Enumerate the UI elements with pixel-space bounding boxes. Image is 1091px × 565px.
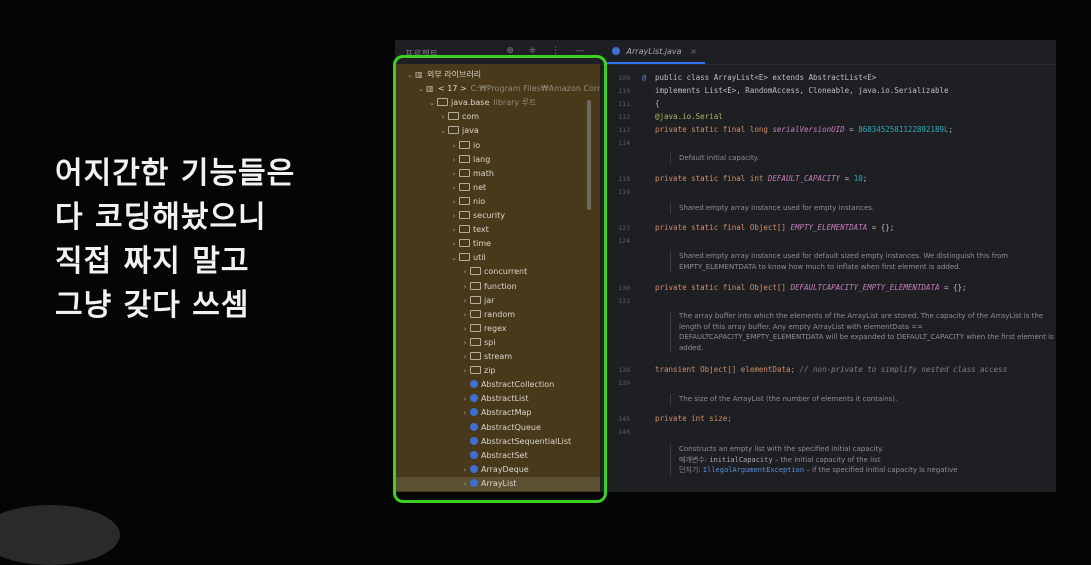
javadoc-block: Shared empty array instance used for def… (670, 251, 1056, 272)
line-number: 124 (618, 237, 630, 245)
code-line: 109 @ public class ArrayList<E> extends … (600, 72, 1056, 84)
code-line: 130 private static final Object[] DEFAUL… (600, 282, 1056, 294)
caption: 어지간한 기능들은 다 코딩해놨으니 직접 짜지 말고 그냥 갖다 쓰셈 (55, 152, 375, 328)
code-line: 131 (600, 295, 1056, 307)
javadoc-param-name: initialCapacity (709, 455, 773, 464)
line-number: 112 (618, 113, 630, 121)
javadoc-exception-name: IllegalArgumentException (702, 466, 805, 474)
code-keyword: private static final long (655, 125, 773, 134)
code-op: = {}; (867, 223, 895, 232)
javadoc-summary: Constructs an empty list with the specif… (679, 445, 884, 453)
java-class-icon (612, 47, 620, 55)
code-line: 138 transient Object[] elementData; // n… (600, 364, 1056, 376)
background-shape (0, 505, 120, 565)
code-text: { (655, 99, 660, 108)
line-number: 130 (618, 284, 630, 292)
line-number: 110 (618, 87, 630, 95)
code-line: 145 private int size; (600, 413, 1056, 425)
code-line: 139 (600, 377, 1056, 389)
javadoc-block: Constructs an empty list with the specif… (670, 444, 1056, 476)
code-number: 10 (853, 174, 863, 183)
code-keyword: transient Object[] elementData; (655, 365, 800, 374)
javadoc-param: 매개변수: initialCapacity – the initial capa… (679, 455, 1056, 466)
code-editor[interactable]: ArrayList.java × 109 @ public class Arra… (600, 40, 1056, 492)
code-line: 119 (600, 186, 1056, 198)
code-op: = (844, 125, 859, 134)
highlight-box (393, 55, 607, 503)
line-number: 119 (618, 188, 630, 196)
code-text: transient Object[] elementData; // non-p… (655, 364, 1007, 376)
line-number: 131 (618, 297, 630, 305)
code-line: 110 implements List<E>, RandomAccess, Cl… (600, 85, 1056, 97)
code-op: = (840, 174, 854, 183)
code-number: 8683452581122892189L (858, 125, 949, 134)
code-text: private static final long serialVersionU… (655, 124, 953, 136)
javadoc-block: The size of the ArrayList (the number of… (670, 394, 1056, 405)
code-line: 146 (600, 426, 1056, 438)
code-op: = {}; (939, 283, 967, 292)
line-number: 146 (618, 428, 630, 436)
code-text: @java.io.Serial (655, 112, 723, 121)
code-keyword: private static final int (655, 174, 768, 183)
line-number: 109 (618, 74, 630, 82)
code-keyword: private static final Object[] (655, 283, 791, 292)
line-number: 139 (618, 379, 630, 387)
code-comment: // non-private to simplify nested class … (799, 365, 1008, 374)
code-op: ; (948, 125, 954, 134)
editor-tab-bar: ArrayList.java × (600, 40, 1056, 65)
code-line: 112 @java.io.Serial (600, 111, 1056, 123)
javadoc-tag: 던지기: (679, 466, 703, 474)
line-number: 111 (618, 100, 630, 108)
code-constant: serialVersionUID (772, 125, 845, 134)
code-keyword: private static final Object[] (655, 223, 791, 232)
line-number: 113 (618, 126, 630, 134)
line-number: 118 (618, 175, 630, 183)
code-op: ; (862, 174, 868, 183)
javadoc-block: The array buffer into which the elements… (670, 311, 1056, 353)
code-line: 123 private static final Object[] EMPTY_… (600, 222, 1056, 234)
caption-line: 직접 짜지 말고 (55, 244, 250, 279)
caption-line: 그냥 갖다 쓰셈 (55, 288, 250, 323)
code-constant: DEFAULT_CAPACITY (767, 174, 841, 183)
javadoc-block: Shared empty array instance used for emp… (670, 203, 1056, 214)
line-number: 138 (618, 366, 630, 374)
javadoc-tag: 매개변수: (679, 455, 710, 464)
close-icon[interactable]: × (690, 47, 697, 56)
code-text: public class ArrayList<E> extends Abstra… (655, 73, 877, 82)
javadoc-throws-text: – if the specified initial capacity is n… (804, 466, 958, 474)
code-line: 124 (600, 235, 1056, 247)
editor-tab-arraylist[interactable]: ArrayList.java × (604, 44, 705, 64)
code-text: private static final Object[] EMPTY_ELEM… (655, 222, 894, 234)
javadoc-block: Default initial capacity. (670, 153, 1056, 164)
code-constant: DEFAULTCAPACITY_EMPTY_ELEMENTDATA (790, 283, 940, 292)
code-text: private static final int DEFAULT_CAPACIT… (655, 173, 867, 185)
line-number: 145 (618, 415, 630, 423)
code-line: 114 (600, 137, 1056, 149)
caption-line: 어지간한 기능들은 (55, 156, 296, 191)
editor-tab-label: ArrayList.java (626, 47, 682, 56)
code-text: private static final Object[] DEFAULTCAP… (655, 282, 967, 294)
code-line: 113 private static final long serialVers… (600, 124, 1056, 136)
caption-line: 다 코딩해놨으니 (55, 200, 267, 235)
line-number: 114 (618, 139, 630, 147)
code-constant: EMPTY_ELEMENTDATA (790, 223, 868, 232)
javadoc-throws: 던지기: IllegalArgumentException – if the s… (679, 465, 1056, 476)
line-number: 123 (618, 224, 630, 232)
code-line: 118 private static final int DEFAULT_CAP… (600, 173, 1056, 185)
code-line: 111 { (600, 98, 1056, 110)
javadoc-param-text: – the initial capacity of the list (772, 455, 881, 464)
code-text: implements List<E>, RandomAccess, Clonea… (655, 86, 949, 95)
implementation-gutter-icon[interactable]: @ (642, 72, 646, 84)
code-text: private int size; (655, 414, 732, 423)
